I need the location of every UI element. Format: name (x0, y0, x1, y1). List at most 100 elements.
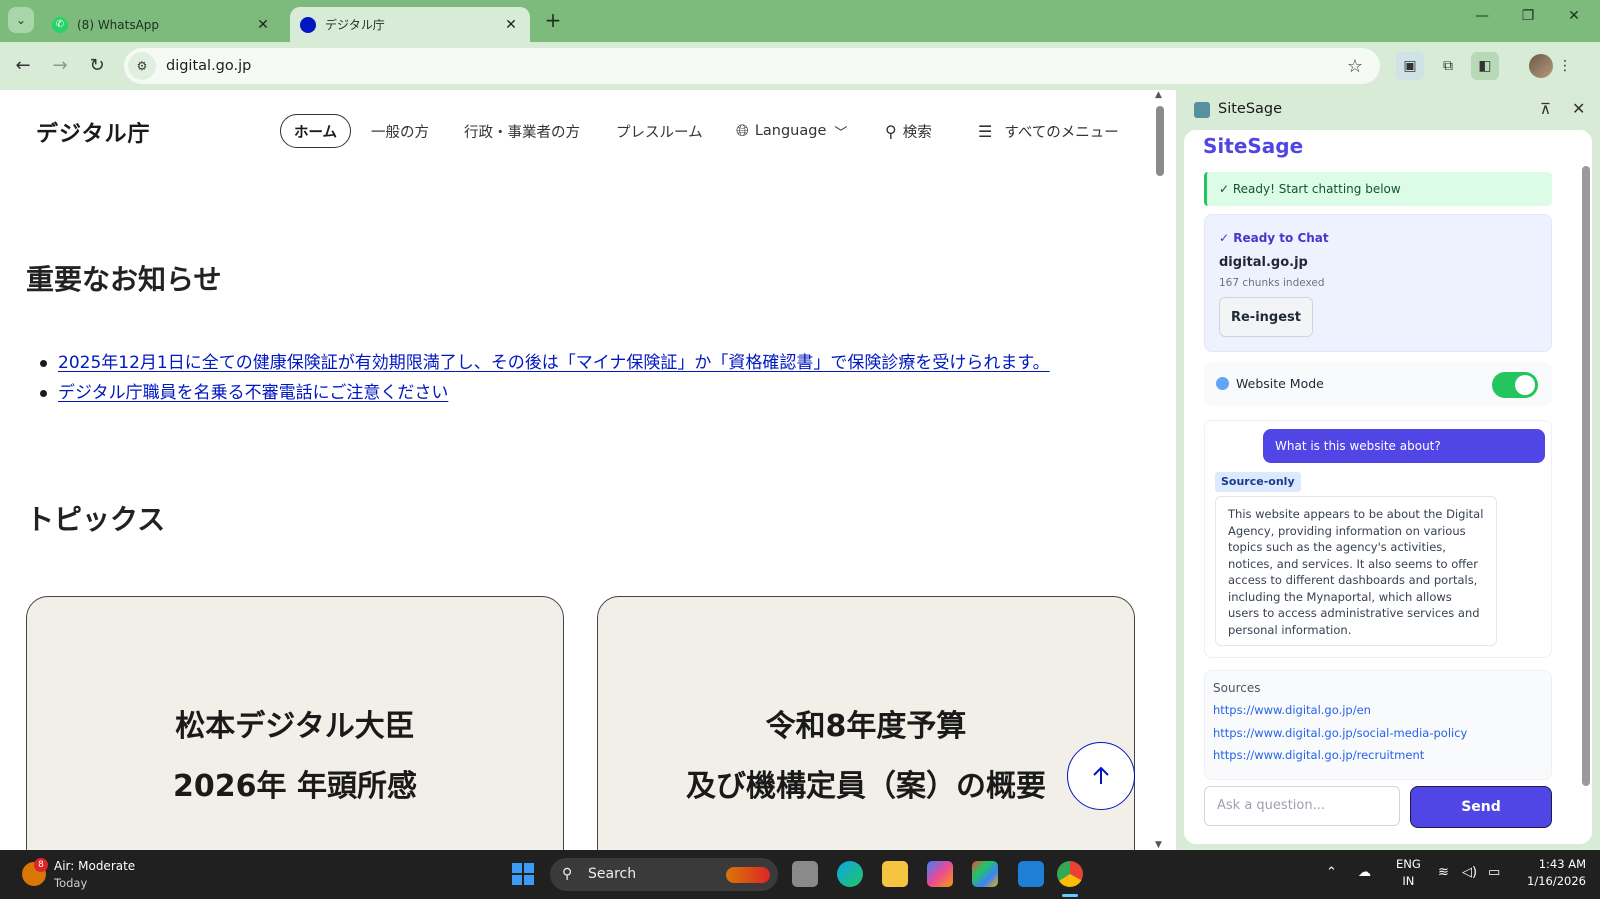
sources-box: Sources https://www.digital.go.jp/en htt… (1204, 670, 1552, 780)
close-tab-icon[interactable]: ✕ (502, 17, 520, 33)
topics-heading: トピックス (26, 503, 166, 536)
nav-business[interactable]: 行政・事業者の方 (464, 114, 580, 148)
indexed-domain: digital.go.jp (1219, 255, 1308, 270)
scroll-up-arrow-icon[interactable]: ▲ (1155, 90, 1162, 100)
new-tab-button[interactable]: + (540, 8, 566, 32)
panel-scrollbar[interactable] (1582, 138, 1590, 828)
nav-language-label: Language (754, 123, 827, 139)
copilot-icon[interactable] (927, 861, 953, 887)
search-highlight-icon (726, 867, 770, 883)
notices-list: 2025年12月1日に全ての健康保険証が有効期限満了し、その後は「マイナ保険証」… (36, 348, 1136, 408)
source-link[interactable]: https://www.digital.go.jp/en (1213, 703, 1371, 717)
digital-agency-icon (300, 16, 316, 33)
taskbar-search[interactable]: ⚲ Search (550, 858, 778, 891)
profile-avatar[interactable] (1529, 54, 1553, 78)
scrollbar-thumb[interactable] (1156, 106, 1164, 176)
toggle-knob (1515, 375, 1535, 395)
unpin-icon[interactable]: ⊼ (1540, 100, 1551, 118)
nav-press[interactable]: プレスルーム (616, 114, 703, 148)
taskbar-search-label: Search (588, 866, 637, 882)
tab-search-button[interactable]: ⌄ (8, 7, 34, 33)
reload-button[interactable]: ↻ (85, 54, 109, 78)
page-scrollbar[interactable]: ▲ ▼ (1155, 90, 1164, 850)
site-logo[interactable]: デジタル庁 (36, 116, 151, 148)
back-button[interactable]: ← (11, 54, 35, 78)
card-title-line2: 2026年 年頭所感 (173, 769, 417, 804)
sitesage-brand: SiteSage (1203, 134, 1304, 158)
tab-strip: ⌄ ✆ (8) WhatsApp ✕ デジタル庁 ✕ + — ❐ ✕ (0, 0, 1600, 42)
address-bar[interactable]: ⚙ digital.go.jp ☆ (124, 48, 1380, 84)
file-explorer-icon[interactable] (882, 861, 908, 887)
battery-icon[interactable]: ▭ (1488, 865, 1500, 880)
topic-card[interactable]: 松本デジタル大臣 2026年 年頭所感 (26, 596, 564, 850)
notice-link[interactable]: 2025年12月1日に全ての健康保険証が有効期限満了し、その後は「マイナ保険証」… (58, 353, 1050, 373)
lang-line1: ENG (1396, 857, 1421, 871)
chrome-icon[interactable] (1057, 861, 1083, 887)
nav-language[interactable]: 🌐︎ Language ﹀ (736, 114, 847, 148)
minimize-button[interactable]: — (1462, 8, 1502, 24)
nav-search[interactable]: ⚲ 検索 (885, 114, 932, 148)
onedrive-cloud-icon[interactable]: ☁ (1358, 865, 1371, 880)
site-info-icon[interactable]: ⚙ (128, 52, 156, 80)
kebab-menu-icon[interactable]: ⋮ (1551, 52, 1579, 80)
forward-button[interactable]: → (48, 54, 72, 78)
close-tab-icon[interactable]: ✕ (254, 17, 272, 33)
website-mode-toggle[interactable] (1492, 372, 1538, 398)
list-item: 2025年12月1日に全ての健康保険証が有効期限満了し、その後は「マイナ保険証」… (36, 348, 1136, 378)
tab-title: デジタル庁 (325, 18, 385, 32)
volume-icon[interactable]: ◁) (1462, 865, 1477, 880)
side-panel: SiteSage ⊼ ✕ SiteSage ✓ Ready! Start cha… (1176, 90, 1600, 850)
side-panel-icon[interactable]: ◧ (1471, 52, 1499, 80)
notice-link[interactable]: デジタル庁職員を名乗る不審電話にご注意ください (58, 383, 448, 403)
wifi-icon[interactable]: ≋ (1438, 865, 1449, 880)
bookmark-star-icon[interactable]: ☆ (1340, 56, 1370, 77)
nav-home[interactable]: ホーム (280, 114, 351, 148)
restore-button[interactable]: ❐ (1508, 8, 1548, 24)
chevron-down-icon: ﹀ (834, 125, 848, 141)
lang-line2: IN (1402, 874, 1415, 888)
chevron-up-icon[interactable]: ⌃ (1326, 865, 1337, 880)
sitesage-extension-icon[interactable]: ▣ (1396, 52, 1424, 80)
extensions-puzzle-icon[interactable]: ⧉ (1434, 52, 1462, 80)
tab-digital-agency[interactable]: デジタル庁 ✕ (290, 7, 530, 42)
scrollbar-thumb[interactable] (1582, 166, 1590, 786)
scroll-to-top-button[interactable] (1067, 742, 1135, 810)
side-panel-header: SiteSage ⊼ ✕ (1176, 90, 1600, 130)
url-text[interactable]: digital.go.jp (166, 58, 1340, 74)
nav-general[interactable]: 一般の方 (371, 114, 429, 148)
close-window-button[interactable]: ✕ (1554, 8, 1594, 24)
ready-banner: ✓ Ready! Start chatting below (1204, 172, 1552, 206)
topic-card[interactable]: 令和8年度予算 及び機構定員（案）の概要 (597, 596, 1135, 850)
tab-title: (8) WhatsApp (77, 17, 160, 32)
vscode-icon[interactable] (1018, 861, 1044, 887)
edge-icon[interactable] (837, 861, 863, 887)
card-title-line1: 松本デジタル大臣 (175, 709, 415, 744)
system-clock[interactable]: 1:43 AM 1/16/2026 (1516, 856, 1586, 890)
nav-all-menu[interactable]: ☰ すべてのメニュー (978, 114, 1119, 148)
microsoft-store-icon[interactable] (972, 861, 998, 887)
user-message: What is this website about? (1263, 429, 1545, 463)
whatsapp-icon: ✆ (52, 16, 68, 33)
status-card: ✓ Ready to Chat digital.go.jp 167 chunks… (1204, 214, 1552, 352)
question-input[interactable]: Ask a question... (1204, 786, 1400, 826)
close-icon[interactable]: ✕ (1572, 99, 1585, 118)
windows-start-icon[interactable] (512, 863, 534, 885)
source-link[interactable]: https://www.digital.go.jp/social-media-p… (1213, 726, 1467, 740)
input-language[interactable]: ENG IN (1396, 856, 1421, 890)
browser-toolbar: ← → ↻ ⚙ digital.go.jp ☆ ▣ ⧉ ◧ ⋮ (0, 42, 1600, 90)
chevron-down-icon: ⌄ (15, 13, 27, 27)
sitesage-app: SiteSage ✓ Ready! Start chatting below ✓… (1184, 130, 1592, 844)
send-button[interactable]: Send (1410, 786, 1552, 828)
notices-heading: 重要なお知らせ (26, 263, 222, 296)
sources-label: Sources (1213, 681, 1261, 695)
search-icon: ⚲ (562, 866, 573, 882)
weather-title[interactable]: Air: Moderate (54, 859, 135, 873)
weather-subtitle[interactable]: Today (54, 876, 87, 890)
task-view-icon[interactable] (792, 861, 818, 887)
list-item: デジタル庁職員を名乗る不審電話にご注意ください (36, 378, 1136, 408)
source-link[interactable]: https://www.digital.go.jp/recruitment (1213, 748, 1424, 762)
chunk-count: 167 chunks indexed (1219, 277, 1325, 289)
reingest-button[interactable]: Re-ingest (1219, 297, 1313, 337)
tab-whatsapp[interactable]: ✆ (8) WhatsApp ✕ (42, 7, 282, 42)
scroll-down-arrow-icon[interactable]: ▼ (1155, 840, 1162, 850)
